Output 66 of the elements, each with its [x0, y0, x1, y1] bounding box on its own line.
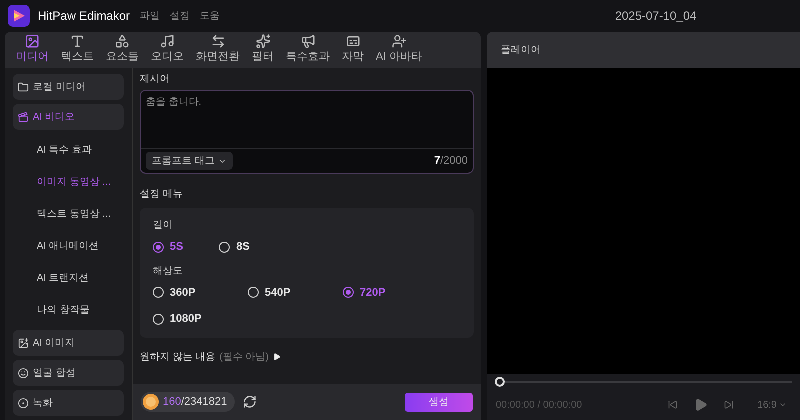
- generate-button[interactable]: 생성: [405, 392, 473, 412]
- text-icon: [70, 34, 85, 50]
- tab[interactable]: 필터: [246, 34, 280, 66]
- app-logo-icon: [8, 5, 30, 27]
- credits-badge: 160/2341821: [141, 392, 236, 412]
- sidebar-item[interactable]: 얼굴 합성: [13, 360, 124, 386]
- sidebar-subitem[interactable]: AI 애니메이션: [13, 230, 124, 262]
- menu-item[interactable]: 도움: [200, 8, 220, 24]
- prompt-field[interactable]: 춤을 춥니다. 프롬프트 태그 7/2000: [140, 90, 474, 174]
- radio-option[interactable]: 540P: [248, 284, 343, 301]
- tab[interactable]: 특수효과: [280, 34, 336, 66]
- next-frame-icon[interactable]: [724, 400, 734, 410]
- tab[interactable]: AI 아바타: [370, 34, 428, 66]
- setting-label: 해상도: [153, 264, 184, 278]
- tab[interactable]: 오디오: [145, 34, 190, 66]
- face-icon: [18, 368, 29, 378]
- sidebar-item[interactable]: AI 이미지: [13, 330, 124, 356]
- user-plus-icon: [392, 34, 407, 50]
- shapes-icon: [115, 34, 130, 50]
- sidebar-subitem[interactable]: AI 트랜지션: [13, 262, 124, 294]
- sidebar-subitem[interactable]: AI 특수 효과: [13, 134, 124, 166]
- radio-option[interactable]: 720P: [343, 284, 438, 301]
- record-icon: [18, 398, 29, 408]
- sparkle-icon: [256, 34, 270, 50]
- captions-icon: [346, 34, 360, 50]
- tab[interactable]: 자막: [336, 34, 370, 66]
- image-icon: [18, 338, 29, 348]
- prompt-label: 제시어: [140, 73, 171, 87]
- coin-icon: [143, 394, 159, 410]
- time-display: 00:00:00 / 00:00:00: [496, 398, 584, 412]
- previous-frame-icon[interactable]: [668, 400, 678, 410]
- radio-option[interactable]: 5S: [153, 239, 184, 256]
- radio-option[interactable]: 360P: [153, 284, 248, 301]
- negative-prompt-toggle[interactable]: 원하지 않는 내용 (필수 아님): [140, 350, 474, 364]
- caret-icon: [273, 353, 282, 361]
- sidebar-item[interactable]: 로컬 미디어: [13, 74, 124, 100]
- sidebar-item[interactable]: AI 비디오: [13, 104, 124, 130]
- sidebar-item[interactable]: 녹화: [13, 390, 124, 416]
- radio-option[interactable]: 8S: [219, 239, 250, 256]
- radio-option[interactable]: 1080P: [153, 311, 248, 328]
- project-title: 2025-07-10_04: [615, 8, 697, 25]
- tab[interactable]: 미디어: [10, 34, 55, 66]
- megaphone-icon: [300, 34, 316, 50]
- settings-title: 설정 메뉴: [140, 188, 184, 202]
- sidebar-subitem[interactable]: 나의 창작물: [13, 294, 124, 326]
- sidebar-subitem[interactable]: 이미지 동영상 ...: [13, 166, 124, 198]
- play-icon[interactable]: [694, 398, 708, 412]
- menu-item[interactable]: 파일: [140, 8, 160, 24]
- video-icon: [18, 112, 29, 122]
- playhead[interactable]: [495, 377, 505, 387]
- tab[interactable]: 텍스트: [55, 34, 100, 66]
- player-title: 플레이어: [501, 44, 541, 58]
- refresh-icon[interactable]: [243, 395, 258, 409]
- character-count: 7/2000: [434, 154, 468, 169]
- music-note-icon: [160, 34, 175, 50]
- arrows-icon: [210, 34, 226, 50]
- tab[interactable]: 화면전환: [190, 34, 246, 66]
- app-name: HitPaw Edimakor: [38, 8, 130, 25]
- menu-item[interactable]: 설정: [170, 8, 190, 24]
- sidebar-subitem[interactable]: 텍스트 동영상 ...: [13, 198, 124, 230]
- tab[interactable]: 요소들: [100, 34, 145, 66]
- prompt-tag-dropdown[interactable]: 프롬프트 태그: [146, 152, 233, 170]
- folder-icon: [18, 82, 29, 92]
- caret-icon: [779, 401, 787, 409]
- setting-label: 길이: [153, 219, 174, 233]
- image-icon: [25, 34, 40, 50]
